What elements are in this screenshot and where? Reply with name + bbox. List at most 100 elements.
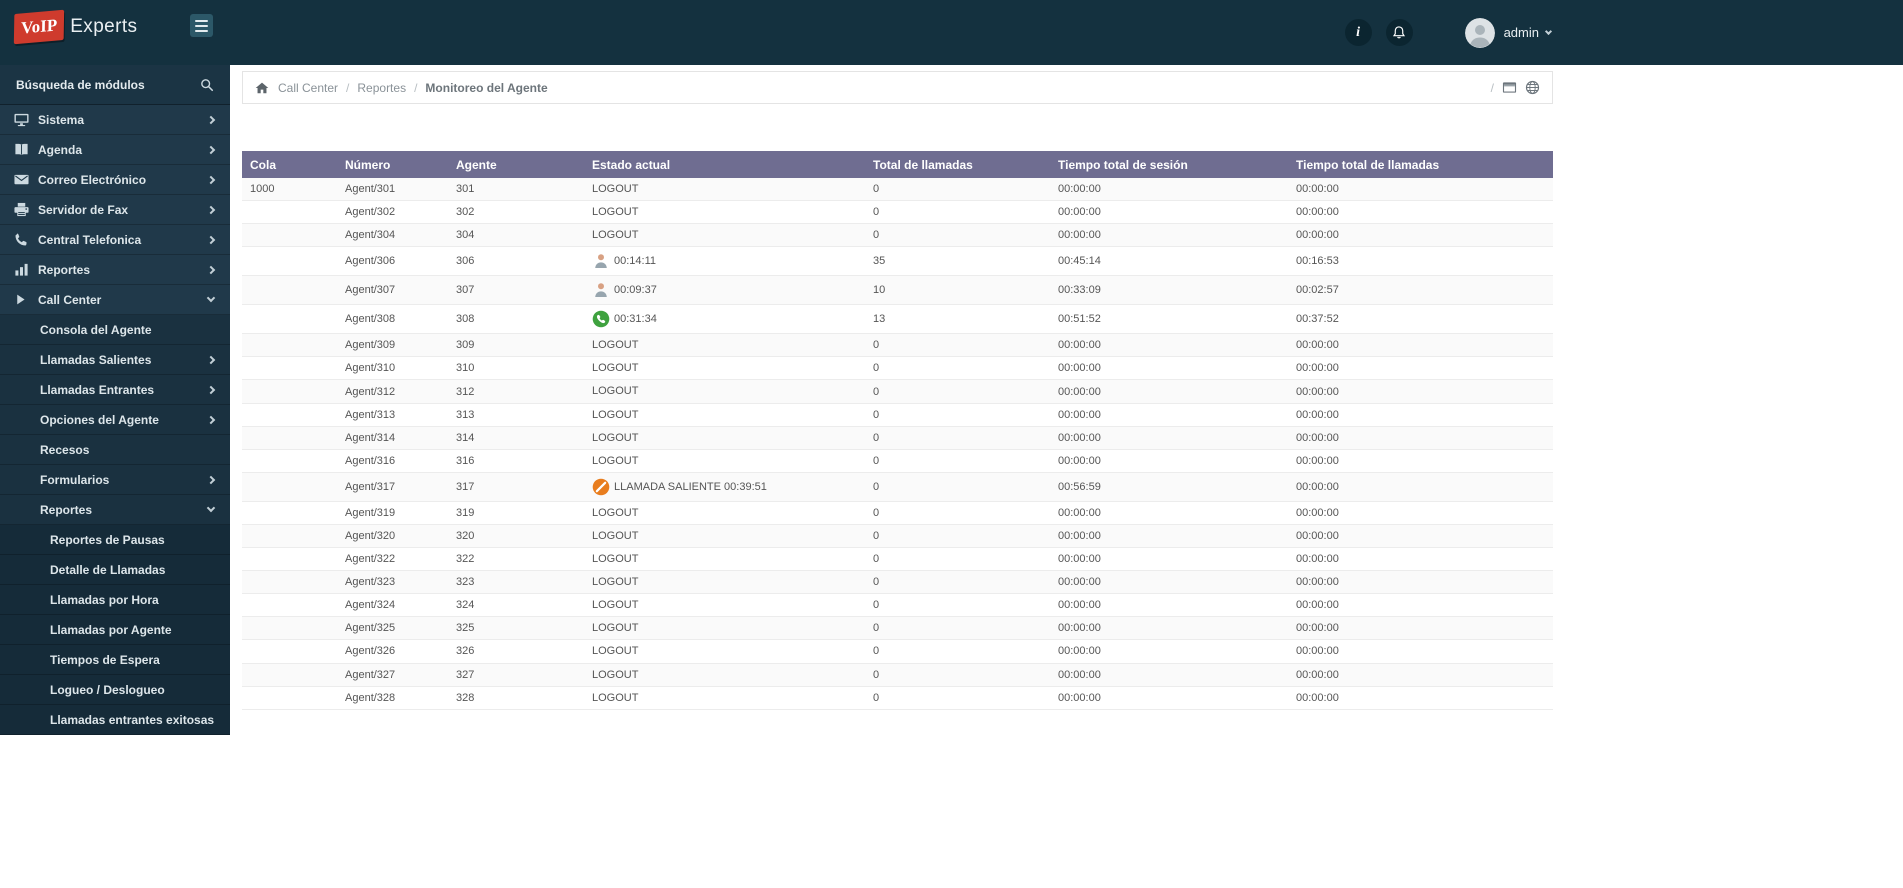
phone-icon — [14, 232, 38, 247]
cell-numero: Agent/312 — [337, 379, 448, 404]
cell-estado: LOGOUT — [584, 570, 865, 595]
sidebar-item-reportes[interactable]: Reportes — [0, 495, 230, 525]
cell-agente: 301 — [448, 178, 584, 202]
cell-sesion: 00:45:14 — [1050, 246, 1288, 277]
module-search[interactable]: Búsqueda de módulos — [0, 65, 230, 105]
table-row: Agent/302 302 LOGOUT 0 00:00:00 00:00:00 — [242, 200, 1553, 225]
cell-total: 0 — [865, 524, 1050, 549]
sidebar-item-sistema[interactable]: Sistema — [0, 105, 230, 135]
sidebar-item-llamadas-entrantes[interactable]: Llamadas Entrantes — [0, 375, 230, 405]
sidebar-item-label: Sistema — [38, 112, 85, 127]
cell-sesion: 00:00:00 — [1050, 426, 1288, 450]
cell-llamadas: 00:00:00 — [1288, 524, 1553, 549]
sidebar-item-correo-electronico[interactable]: Correo Electrónico — [0, 165, 230, 195]
cell-total: 10 — [865, 275, 1050, 306]
cell-cola — [242, 686, 337, 710]
cell-numero: Agent/317 — [337, 472, 448, 502]
sidebar-item-tiempos-de-espera[interactable]: Tiempos de Espera — [0, 645, 230, 675]
agent-monitor-table: Cola Número Agente Estado actual Total de ll… — [242, 151, 1553, 710]
table-row: Agent/326 326 LOGOUT 0 00:00:00 00:00:00 — [242, 639, 1553, 664]
cell-agente: 320 — [448, 524, 584, 549]
cell-estado: LLAMADA SALIENTE 00:39:51 — [584, 472, 865, 502]
table-row: Agent/320 320 LOGOUT 0 00:00:00 00:00:00 — [242, 524, 1553, 549]
table-row: Agent/324 324 LOGOUT 0 00:00:00 00:00:00 — [242, 593, 1553, 618]
cell-cola — [242, 639, 337, 664]
table-row: Agent/306 306 00:14:11 35 00:45:14 00:16:53 — [242, 246, 1553, 277]
cell-cola — [242, 472, 337, 502]
sidebar-item-label: Servidor de Fax — [38, 202, 129, 217]
breadcrumb-separator: / — [346, 80, 350, 95]
sidebar-item-formularios[interactable]: Formularios — [0, 465, 230, 495]
cell-agente: 323 — [448, 570, 584, 595]
globe-icon[interactable] — [1525, 80, 1540, 95]
cell-total: 0 — [865, 356, 1050, 381]
cell-cola — [242, 449, 337, 473]
table-row: Agent/308 308 00:31:34 13 00:51:52 00:37:52 — [242, 304, 1553, 335]
info-button[interactable]: i — [1344, 19, 1372, 46]
sidebar-item-logueo-deslogueo[interactable]: Logueo / Deslogueo — [0, 675, 230, 705]
agent-status-text: LOGOUT — [592, 206, 639, 219]
cell-total: 35 — [865, 246, 1050, 277]
cell-sesion: 00:00:00 — [1050, 547, 1288, 572]
bell-icon — [1391, 25, 1407, 41]
sidebar-item-label: Reportes — [38, 262, 91, 277]
search-icon — [200, 78, 214, 92]
user-menu[interactable]: admin — [1504, 25, 1553, 40]
agent-status-text: LOGOUT — [592, 431, 639, 444]
menu-toggle-button[interactable] — [190, 14, 213, 37]
avatar[interactable] — [1464, 17, 1495, 48]
cell-total: 0 — [865, 616, 1050, 641]
notifications-button[interactable] — [1385, 19, 1413, 46]
sidebar-item-call-center[interactable]: Call Center — [0, 285, 230, 315]
table-row: Agent/316 316 LOGOUT 0 00:00:00 00:00:00 — [242, 449, 1553, 473]
cell-agente: 310 — [448, 356, 584, 381]
cell-llamadas: 00:00:00 — [1288, 379, 1553, 404]
cell-cola — [242, 223, 337, 248]
brand-logo[interactable]: VoIP Experts — [13, 9, 138, 45]
sidebar-item-agenda[interactable]: Agenda — [0, 135, 230, 165]
home-icon[interactable] — [255, 81, 269, 95]
sidebar-item-servidor-de-fax[interactable]: Servidor de Fax — [0, 195, 230, 225]
sidebar-item-label: Agenda — [38, 142, 83, 157]
agent-outgoing-call-icon — [592, 478, 610, 496]
sidebar-item-reportes-de-pausas[interactable]: Reportes de Pausas — [0, 525, 230, 555]
sidebar-item-label: Llamadas entrantes exitosas — [50, 712, 215, 727]
cell-sesion: 00:00:00 — [1050, 501, 1288, 525]
breadcrumb-item-reportes[interactable]: Reportes — [357, 81, 406, 95]
panel-icon[interactable] — [1502, 80, 1517, 95]
sidebar-item-llamadas-entrantes-exitosas[interactable]: Llamadas entrantes exitosas — [0, 705, 230, 735]
cell-sesion: 00:33:09 — [1050, 275, 1288, 306]
cell-agente: 308 — [448, 304, 584, 335]
agent-paused-icon — [592, 281, 610, 299]
sidebar-item-llamadas-por-hora[interactable]: Llamadas por Hora — [0, 585, 230, 615]
cell-agente: 313 — [448, 403, 584, 427]
monitor-icon — [14, 112, 38, 127]
agent-status-text: LOGOUT — [592, 454, 639, 467]
cell-sesion: 00:00:00 — [1050, 379, 1288, 404]
sidebar-item-llamadas-por-agente[interactable]: Llamadas por Agente — [0, 615, 230, 645]
cell-cola — [242, 379, 337, 404]
cell-total: 0 — [865, 472, 1050, 502]
cell-llamadas: 00:02:57 — [1288, 275, 1553, 306]
cell-estado: 00:09:37 — [584, 275, 865, 306]
sidebar-item-reportes[interactable]: Reportes — [0, 255, 230, 285]
sidebar-item-label: Central Telefonica — [38, 232, 142, 247]
logo-experts-text: Experts — [70, 16, 138, 37]
cell-agente: 304 — [448, 223, 584, 248]
header-actions: i admin — [1331, 0, 1553, 65]
breadcrumb-item-call-center[interactable]: Call Center — [278, 81, 338, 95]
sidebar-item-consola-del-agente[interactable]: Consola del Agente — [0, 315, 230, 345]
sidebar-item-recesos[interactable]: Recesos — [0, 435, 230, 465]
sidebar-item-label: Call Center — [38, 292, 102, 307]
sidebar-item-opciones-del-agente[interactable]: Opciones del Agente — [0, 405, 230, 435]
cell-sesion: 00:00:00 — [1050, 686, 1288, 710]
chevron-down-icon — [206, 503, 216, 513]
agent-status-text: LOGOUT — [592, 599, 639, 612]
sidebar-item-detalle-de-llamadas[interactable]: Detalle de Llamadas — [0, 555, 230, 585]
sidebar-item-llamadas-salientes[interactable]: Llamadas Salientes — [0, 345, 230, 375]
hamburger-icon — [195, 19, 208, 22]
cell-estado: LOGOUT — [584, 501, 865, 525]
cell-agente: 328 — [448, 686, 584, 710]
cell-estado: LOGOUT — [584, 663, 865, 687]
sidebar-item-central-telefonica[interactable]: Central Telefonica — [0, 225, 230, 255]
